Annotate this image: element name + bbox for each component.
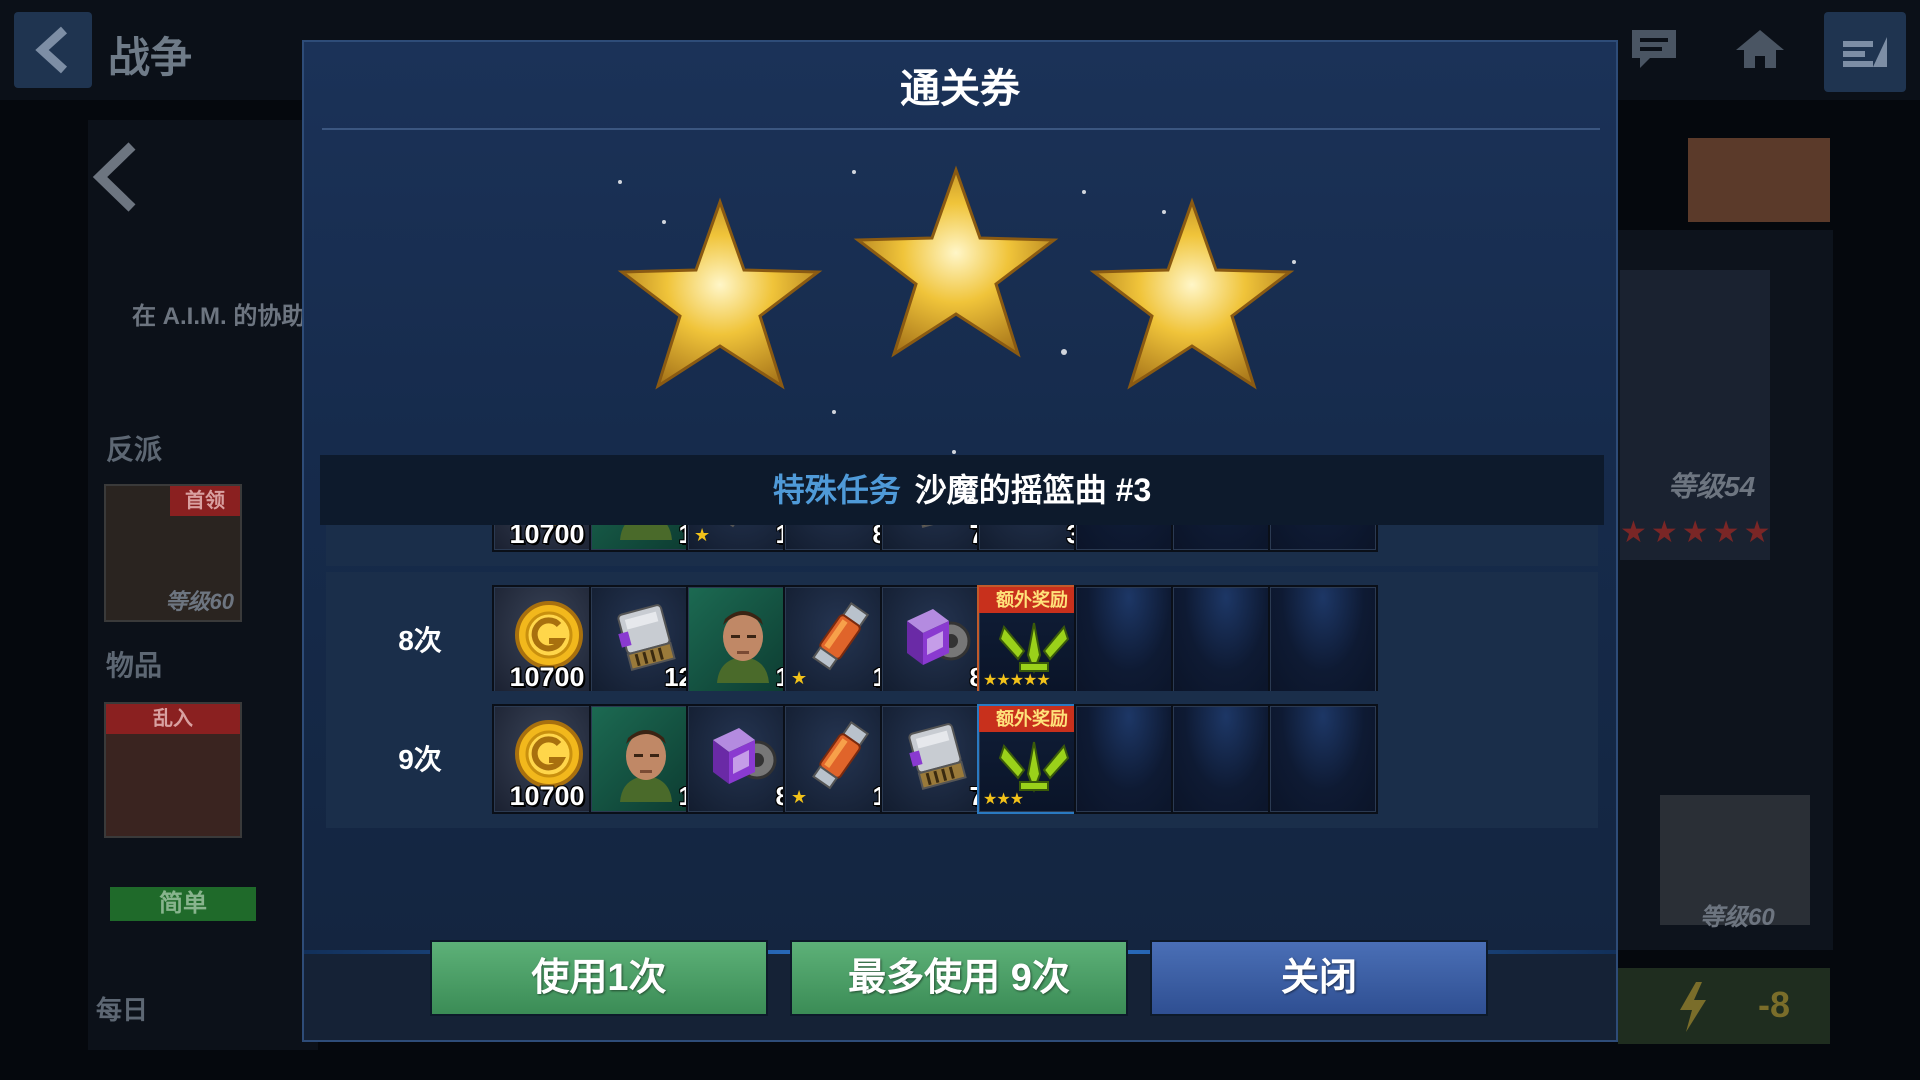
uniform-cube-icon <box>703 718 783 799</box>
gold-reward-slot[interactable]: 10700 <box>492 704 602 814</box>
star-icon <box>617 197 823 390</box>
reward-slot[interactable]: 7 <box>880 525 990 552</box>
bonus-reward-slot[interactable]: 额外奖励 ★★★★★ <box>977 585 1087 695</box>
dialog-title: 通关券 <box>900 67 1020 111</box>
item-star-rating: ★ <box>694 525 711 545</box>
reward-slot[interactable]: 8 <box>686 704 796 814</box>
three-star-rating <box>617 165 1296 454</box>
reward-slot[interactable]: 1 <box>686 585 796 695</box>
energy-value: -8 <box>1758 984 1791 1025</box>
bonus-reward-tag: 额外奖励 <box>979 587 1085 613</box>
empty-reward-slot <box>1074 585 1184 695</box>
daily-label: 每日 <box>96 995 149 1025</box>
sweep-count-label <box>360 525 480 566</box>
hero-level: 等级54 <box>1668 471 1756 502</box>
mission-description: 在 A.I.M. 的协助 <box>132 303 306 330</box>
item-star-rating: ★★★★★ <box>983 672 1051 689</box>
reward-slot[interactable]: 1★ <box>783 585 893 695</box>
energy-cost: -8 <box>1618 968 1830 1044</box>
empty-reward-slot <box>1171 585 1281 695</box>
star-icon <box>853 165 1059 358</box>
reward-slot[interactable]: 8 <box>783 525 893 552</box>
menu-button[interactable] <box>1824 12 1906 92</box>
villains-label: 反派 <box>106 434 163 465</box>
mission-name: 沙魔的摇篮曲 #3 <box>914 472 1152 508</box>
gold-amount: 10700 <box>509 525 585 549</box>
sandman-portrait-icon <box>703 599 783 688</box>
sweep-ticket-dialog: 通关券 特殊任务沙魔的摇篮曲 #3 1070011★8738次107001211… <box>302 40 1618 1042</box>
player-portrait[interactable] <box>1688 138 1830 222</box>
bonus-reward-slot[interactable]: 额外奖励 ★★★ <box>977 704 1087 814</box>
item-star-rating: ★★★ <box>983 791 1024 808</box>
ability-material-icon <box>703 525 783 537</box>
item-star-rating: ★ <box>791 787 808 807</box>
empty-reward-slot <box>1268 704 1378 814</box>
hero-card-level: 等级60 <box>1700 904 1775 931</box>
reward-slot[interactable]: 12 <box>589 585 699 695</box>
empty-reward-slot <box>1074 525 1184 552</box>
lightning-icon <box>1680 982 1706 1032</box>
card-chip-icon <box>897 525 977 537</box>
intrude-tag: 乱入 <box>106 704 240 734</box>
difficulty-badge[interactable]: 简单 <box>110 887 256 921</box>
mission-banner: 特殊任务 沙魔的摇篮曲 #3 <box>320 455 1604 525</box>
title-divider <box>322 128 1600 130</box>
screen-title: 战争 <box>108 34 193 81</box>
villain-card[interactable]: 首领 等级60 <box>104 484 242 622</box>
sandman-portrait-icon <box>606 718 686 807</box>
reward-slot[interactable]: 1 <box>589 525 699 552</box>
sweep-count-label: 8次 <box>398 625 442 656</box>
empty-reward-slot <box>1268 525 1378 552</box>
empty-reward-slot <box>1171 525 1281 552</box>
uniform-cube-icon <box>800 525 880 537</box>
items-label: 物品 <box>106 650 163 681</box>
reward-slot[interactable]: 1 <box>589 704 699 814</box>
home-icon[interactable] <box>1734 26 1786 72</box>
mission-type: 特殊任务 <box>772 472 901 508</box>
empty-reward-slot <box>1171 704 1281 814</box>
sandman-portrait-icon <box>606 525 686 545</box>
empty-reward-slot <box>1074 704 1184 814</box>
reward-slot[interactable]: 7 <box>880 704 990 814</box>
back-button[interactable] <box>14 12 92 88</box>
sweep-count-label: 9次 <box>398 744 442 775</box>
back-arrow-icon <box>35 26 68 74</box>
reward-slot[interactable]: 3 <box>977 525 1087 552</box>
use-once-button[interactable]: 使用1次 <box>430 940 768 1016</box>
ability-material-icon <box>800 718 880 799</box>
reward-row: 8次 107001211★8额外奖励 ★★★★★ <box>326 572 1598 709</box>
card-chip-icon <box>897 718 977 799</box>
bonus-reward-tag: 额外奖励 <box>979 706 1085 732</box>
menu-icon <box>1843 37 1887 67</box>
reward-row: 9次 10700181★7额外奖励 ★★★ <box>326 691 1598 828</box>
uniform-cube-icon <box>994 525 1074 537</box>
item-star-rating: ★ <box>791 668 808 688</box>
gold-amount: 10700 <box>509 781 585 811</box>
reward-slot[interactable]: 1★ <box>686 525 796 552</box>
chat-icon[interactable] <box>1628 26 1680 72</box>
ability-material-icon <box>800 599 880 680</box>
boss-tag: 首领 <box>170 486 240 516</box>
gold-reward-slot[interactable]: 10700 <box>492 525 602 552</box>
use-max-button[interactable]: 最多使用 9次 <box>790 940 1128 1016</box>
villain-level: 等级60 <box>165 589 234 614</box>
reward-slot[interactable]: 1★ <box>783 704 893 814</box>
reward-row: 1070011★873 <box>326 525 1598 566</box>
intrude-card[interactable]: 乱入 <box>104 702 242 838</box>
star-icon <box>1089 197 1295 390</box>
close-button[interactable]: 关闭 <box>1150 940 1488 1016</box>
gold-amount: 10700 <box>509 662 585 692</box>
chevron-left-icon[interactable] <box>90 142 140 212</box>
hero-stars: ★★★★★ <box>1620 516 1775 549</box>
reward-list[interactable]: 1070011★8738次107001211★8额外奖励★★★★★9次10700… <box>326 525 1598 935</box>
reward-slot[interactable]: 8 <box>880 585 990 695</box>
empty-reward-slot <box>1268 585 1378 695</box>
gold-reward-slot[interactable]: 10700 <box>492 585 602 695</box>
uniform-cube-icon <box>897 599 977 680</box>
